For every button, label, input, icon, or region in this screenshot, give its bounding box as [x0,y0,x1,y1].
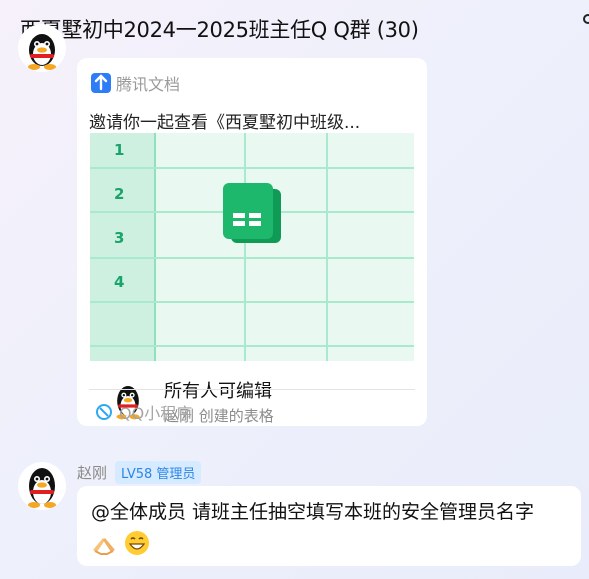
grid-line [90,167,414,169]
chat-header: 西夏墅初中2024一2025班主任Q Q群 (30) [0,0,589,56]
grid-line [326,133,328,361]
doc-title[interactable]: 邀请你一起查看《西夏墅初中班级... [89,108,415,133]
message-bubble[interactable]: @全体成员 请班主任抽空填写本班的安全管理员名字 [77,486,581,566]
shared-doc-card[interactable]: 腾讯文档 邀请你一起查看《西夏墅初中班级... 1 2 3 4 所有人可编辑 赵… [77,58,427,426]
emoji-row [91,530,567,558]
praying-hands-emoji-icon [91,530,117,556]
grid-line [244,133,246,361]
message-text: @全体成员 请班主任抽空填写本班的安全管理员名字 [91,501,535,523]
sender-avatar-top[interactable] [18,24,66,72]
grinning-face-emoji-icon [124,530,150,556]
card-divider [89,389,415,390]
sender-name[interactable]: 赵刚 [77,462,107,483]
mini-program-label: QQ小程序 [119,404,193,423]
grid-line [90,257,414,259]
row-number: 2 [114,185,125,203]
tencent-docs-icon [91,73,111,93]
grid-line [90,345,414,347]
doc-source-label: 腾讯文档 [116,75,181,94]
mini-program-footer: QQ小程序 [95,400,192,424]
more-icon[interactable] [583,14,589,24]
role-badge: LV58 管理员 [115,461,202,484]
row-number: 1 [114,141,125,159]
mini-program-icon [96,404,112,420]
spreadsheet-icon [223,183,283,247]
penguin-avatar-icon [28,34,56,70]
grid-line [90,301,414,303]
doc-source: 腾讯文档 [91,72,180,94]
chat-title[interactable]: 西夏墅初中2024一2025班主任Q Q群 (30) [20,18,419,42]
sender-avatar[interactable] [18,462,66,510]
sheet-preview[interactable]: 1 2 3 4 [90,133,414,361]
penguin-avatar-icon [28,468,56,508]
sender-info: 赵刚 LV58 管理员 [77,461,202,484]
